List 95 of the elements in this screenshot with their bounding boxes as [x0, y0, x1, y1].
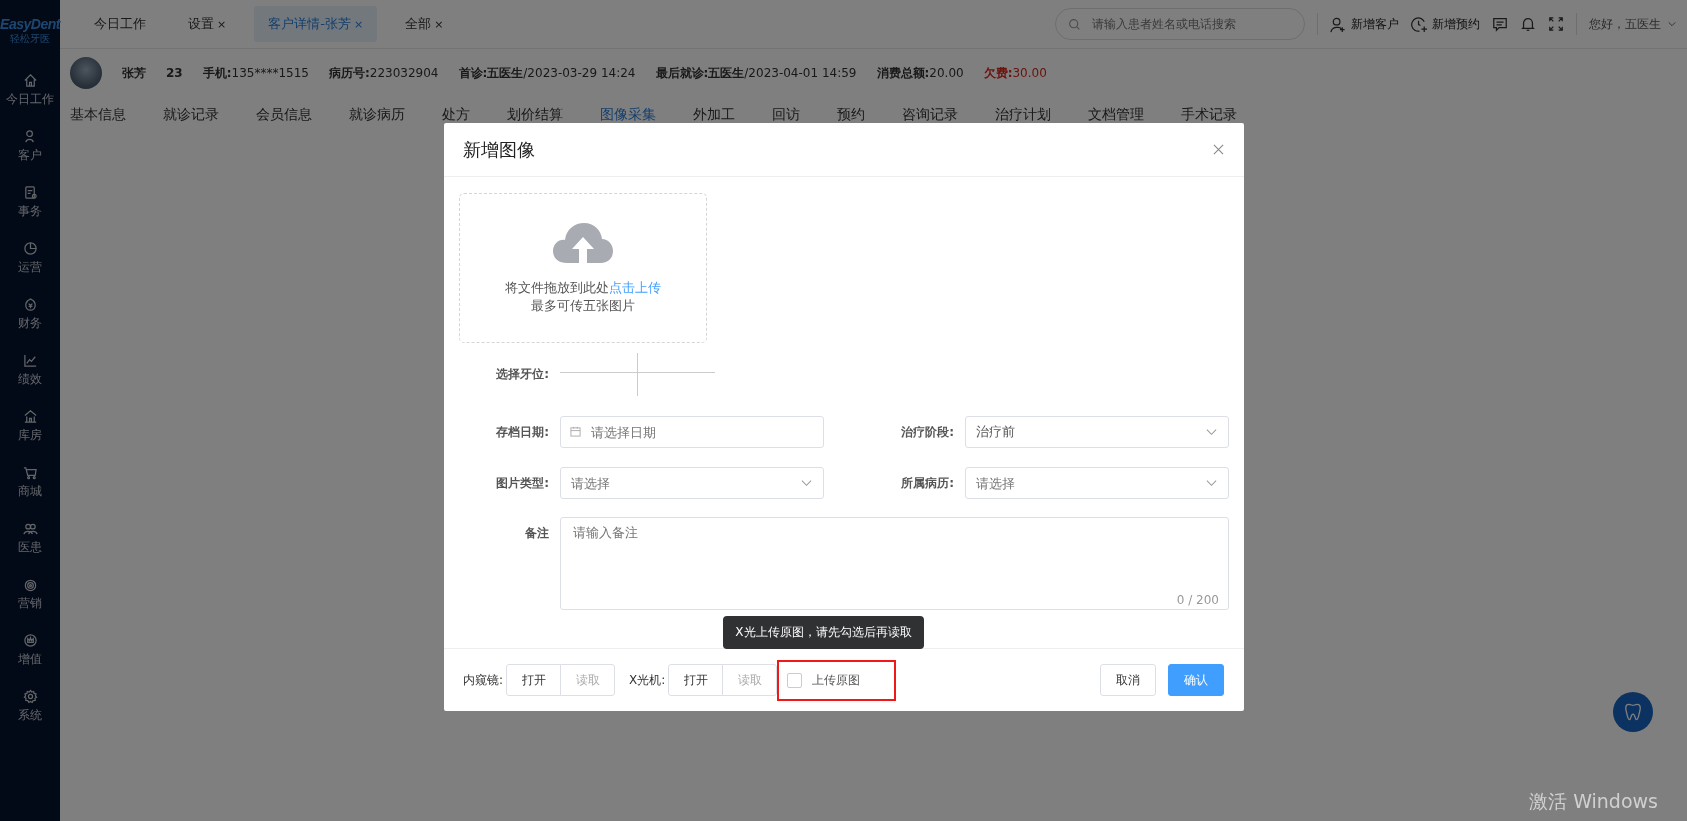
search-icon — [1068, 18, 1081, 31]
detail-tab[interactable]: 就诊病历 — [349, 106, 405, 124]
upload-link[interactable]: 点击上传 — [609, 280, 661, 295]
search-field[interactable]: 请输入患者姓名或电话搜索 — [1055, 8, 1305, 40]
calendar-icon — [570, 426, 581, 437]
chevron-icon — [1206, 426, 1217, 437]
close-icon[interactable] — [1213, 144, 1224, 155]
money-icon — [22, 296, 38, 312]
patient-field: 最后就诊:五医生/2023-04-01 14:59 — [655, 64, 857, 82]
tooth-button[interactable] — [1613, 692, 1653, 732]
cancel-button[interactable]: 取消 — [1100, 664, 1156, 696]
sidebar-item[interactable]: 营销 — [0, 566, 60, 622]
field-label: 备注 — [524, 525, 549, 542]
detail-tab[interactable]: 预约 — [837, 106, 865, 124]
sidebar-item[interactable]: 商城 — [0, 454, 60, 510]
user-add-icon — [1330, 15, 1347, 33]
patient-name: 张芳 — [122, 64, 146, 82]
detail-tab[interactable]: 咨询记录 — [902, 106, 958, 124]
detail-tab[interactable]: 处方 — [442, 106, 470, 124]
avatar — [70, 57, 102, 89]
field-label: 存档日期: — [495, 423, 549, 441]
sidebar-item[interactable]: 今日工作 — [0, 62, 60, 118]
date-field[interactable]: 请选择日期 — [560, 416, 824, 448]
home-icon — [22, 72, 38, 88]
house-icon — [22, 408, 38, 424]
patient-field: 首诊:五医生/2023-03-29 14:24 — [458, 64, 636, 82]
dialog-title: 新增图像 — [463, 137, 535, 162]
patient-field: 消费总额:20.00 — [876, 64, 964, 82]
detail-tab[interactable]: 回访 — [772, 106, 800, 124]
caret-icon — [1667, 19, 1677, 29]
upload-hint: 最多可传五张图片 — [531, 297, 635, 315]
detail-tab[interactable]: 基本信息 — [70, 106, 126, 124]
confirm-button[interactable]: 确认 — [1168, 664, 1224, 696]
clock-add-icon — [1411, 15, 1428, 33]
page-tab[interactable]: 设置 × — [174, 6, 241, 42]
sidebar-item[interactable]: 财务 — [0, 286, 60, 342]
doc-icon — [22, 184, 38, 200]
patient-field: 欠费:30.00 — [983, 64, 1047, 82]
sidebar-item[interactable]: 绩效 — [0, 342, 60, 398]
sidebar-item[interactable]: 运营 — [0, 230, 60, 286]
chart-icon — [22, 352, 38, 368]
sidebar-item[interactable]: 医患 — [0, 510, 60, 566]
detail-tab[interactable]: 外加工 — [693, 106, 735, 124]
checkbox[interactable] — [787, 672, 803, 688]
select-field[interactable]: 治疗前 — [965, 416, 1229, 448]
detail-tab[interactable]: 就诊记录 — [163, 106, 219, 124]
sidebar-item[interactable]: 客户 — [0, 118, 60, 174]
chevron-icon — [801, 477, 812, 488]
sidebar-item[interactable]: 增值 — [0, 622, 60, 678]
cloud-upload-icon — [553, 221, 613, 265]
field-label: 选择牙位: — [495, 366, 549, 383]
field-label: 治疗阶段: — [900, 423, 954, 441]
patient-field: 手机:135****1515 — [202, 64, 309, 82]
character-counter: 0 / 200 — [1176, 593, 1219, 607]
sidebar-item[interactable]: 事务 — [0, 174, 60, 230]
page-tab[interactable]: 客户详情-张芳 × — [254, 6, 378, 42]
upload-dropzone[interactable]: 将文件拖放到此处点击上传 最多可传五张图片 — [459, 193, 707, 343]
detail-tab[interactable]: 划价结算 — [507, 106, 563, 124]
device-button[interactable]: 打开 — [506, 664, 562, 696]
header-action[interactable]: 新增客户 — [1330, 15, 1399, 33]
field-label: 所属病历: — [900, 474, 954, 492]
detail-tab[interactable]: 文档管理 — [1088, 106, 1144, 124]
tooltip: X光上传原图，请先勾选后再读取 — [723, 615, 924, 649]
detail-tab[interactable]: 会员信息 — [256, 106, 312, 124]
logo-title: EasyDent — [0, 16, 60, 32]
device-label: X光机: — [629, 671, 666, 689]
crown-icon — [22, 632, 38, 648]
checkbox-label[interactable]: 上传原图 — [812, 671, 861, 689]
bell-icon[interactable] — [1520, 16, 1536, 32]
logo-subtitle: 轻松牙医 — [10, 32, 50, 46]
select-field[interactable]: 请选择 — [965, 467, 1229, 499]
tooth-icon — [1622, 701, 1644, 723]
user-menu[interactable]: 您好，五医生 — [1589, 15, 1677, 33]
page-tab[interactable]: 全部 × — [391, 6, 458, 42]
gear-icon — [22, 688, 38, 704]
message-icon[interactable] — [1492, 16, 1508, 32]
header-action[interactable]: 新增预约 — [1411, 15, 1480, 33]
device-button[interactable]: 打开 — [668, 664, 724, 696]
device-label: 内窥镜: — [463, 671, 504, 689]
detail-tab[interactable]: 图像采集 — [600, 106, 656, 124]
activation-notice: 激活 Windows — [1529, 789, 1658, 814]
select-field[interactable]: 请选择 — [560, 467, 824, 499]
page-tab[interactable]: 今日工作 — [80, 6, 160, 42]
field-label: 图片类型: — [495, 474, 549, 492]
chevron-icon — [1206, 477, 1217, 488]
sidebar-item[interactable]: 库房 — [0, 398, 60, 454]
pie-icon — [22, 240, 38, 256]
patient-age: 23 — [166, 66, 183, 80]
detail-tab[interactable]: 手术记录 — [1181, 106, 1237, 124]
patient-field: 病历号:223032904 — [328, 64, 439, 82]
sidebar-item[interactable]: 系统 — [0, 678, 60, 734]
cart-icon — [22, 464, 38, 480]
fullscreen-icon[interactable] — [1548, 16, 1564, 32]
upload-instruction: 将文件拖放到此处点击上传 — [505, 279, 661, 297]
detail-tab[interactable]: 治疗计划 — [995, 106, 1051, 124]
